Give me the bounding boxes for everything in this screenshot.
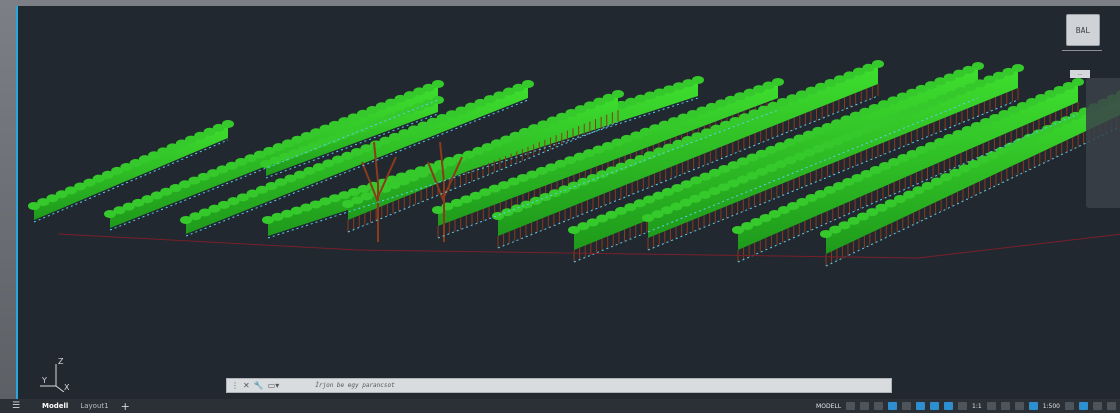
menu-icon[interactable]: ☰ [8,401,24,411]
viewcube-label: BAL [1075,25,1091,35]
units-icon[interactable] [1014,402,1024,410]
status-bar: ☰ Modell Layout1 + MODELL 1:1 1:500 [0,399,1120,413]
tab-layout1[interactable]: Layout1 [74,399,114,413]
wcs-label: ... [1077,71,1083,77]
gear-icon[interactable] [986,402,996,410]
ortho-icon[interactable] [874,402,884,410]
model-scene [28,60,1120,267]
wcs-menu[interactable]: ... [1070,70,1090,78]
scale-icon[interactable] [1028,402,1038,410]
hedge-bump [972,62,984,70]
grid-icon[interactable] [846,402,856,410]
hedge-bump [522,80,534,88]
hedge-bump [772,78,784,86]
ucs-z-label: Z [58,357,64,366]
close-icon[interactable]: ✕ [239,381,250,390]
annotation-visibility-icon[interactable] [944,402,954,410]
command-line[interactable]: ⋮ ✕ 🔧 ▭▾ Írjon be egy parancsot [226,378,892,393]
viewport-scale[interactable]: 1:500 [1043,403,1060,410]
row-outline [737,113,1079,263]
polar-icon[interactable] [888,402,898,410]
add-layout-button[interactable]: + [115,400,136,413]
hedge-rows [28,60,1120,266]
viewcube[interactable]: BAL [1066,14,1100,46]
object-snap-icon[interactable] [930,402,940,410]
navigation-bar[interactable] [1086,78,1120,208]
status-toggles: MODELL 1:1 1:500 [816,399,1116,413]
drawing-viewport[interactable]: BAL ... Z Y X [16,6,1120,399]
hedge-bump [1012,64,1024,72]
model-space-toggle[interactable]: MODELL [816,403,841,410]
command-history-icon[interactable]: ▭▾ [264,381,280,390]
hedge-bump [222,120,234,128]
wrench-icon[interactable]: 🔧 [250,381,264,390]
hardware-acceleration-icon[interactable] [1079,402,1088,410]
object-snap-tracking-icon[interactable] [916,402,926,410]
plus-icon[interactable] [1000,402,1010,410]
hedge-bump [692,76,704,84]
viewcube-compass[interactable] [1062,46,1102,51]
clean-screen-icon[interactable] [1093,402,1102,410]
customization-icon[interactable] [1107,402,1116,410]
ucs-y-label: Y [41,376,47,385]
auto-scale-icon[interactable] [958,402,968,410]
hedge-bump [1072,78,1084,86]
snap-icon[interactable] [860,402,870,410]
hedge-bump [432,80,444,88]
hedge-bump [872,60,884,68]
application-frame: BAL ... Z Y X ⋮ ✕ 🔧 ▭▾ Írjon be egy para… [0,0,1120,413]
tab-model[interactable]: Modell [36,399,74,413]
ucs-icon: Z Y X [40,357,70,392]
isodraft-icon[interactable] [902,402,912,410]
ucs-x-label: X [64,383,70,392]
isolate-icon[interactable] [1065,402,1074,410]
command-input[interactable]: Írjon be egy parancsot [315,382,394,389]
annotation-scale[interactable]: 1:1 [972,403,982,410]
hedge-bump [612,90,624,98]
grip-icon[interactable]: ⋮ [227,381,239,390]
